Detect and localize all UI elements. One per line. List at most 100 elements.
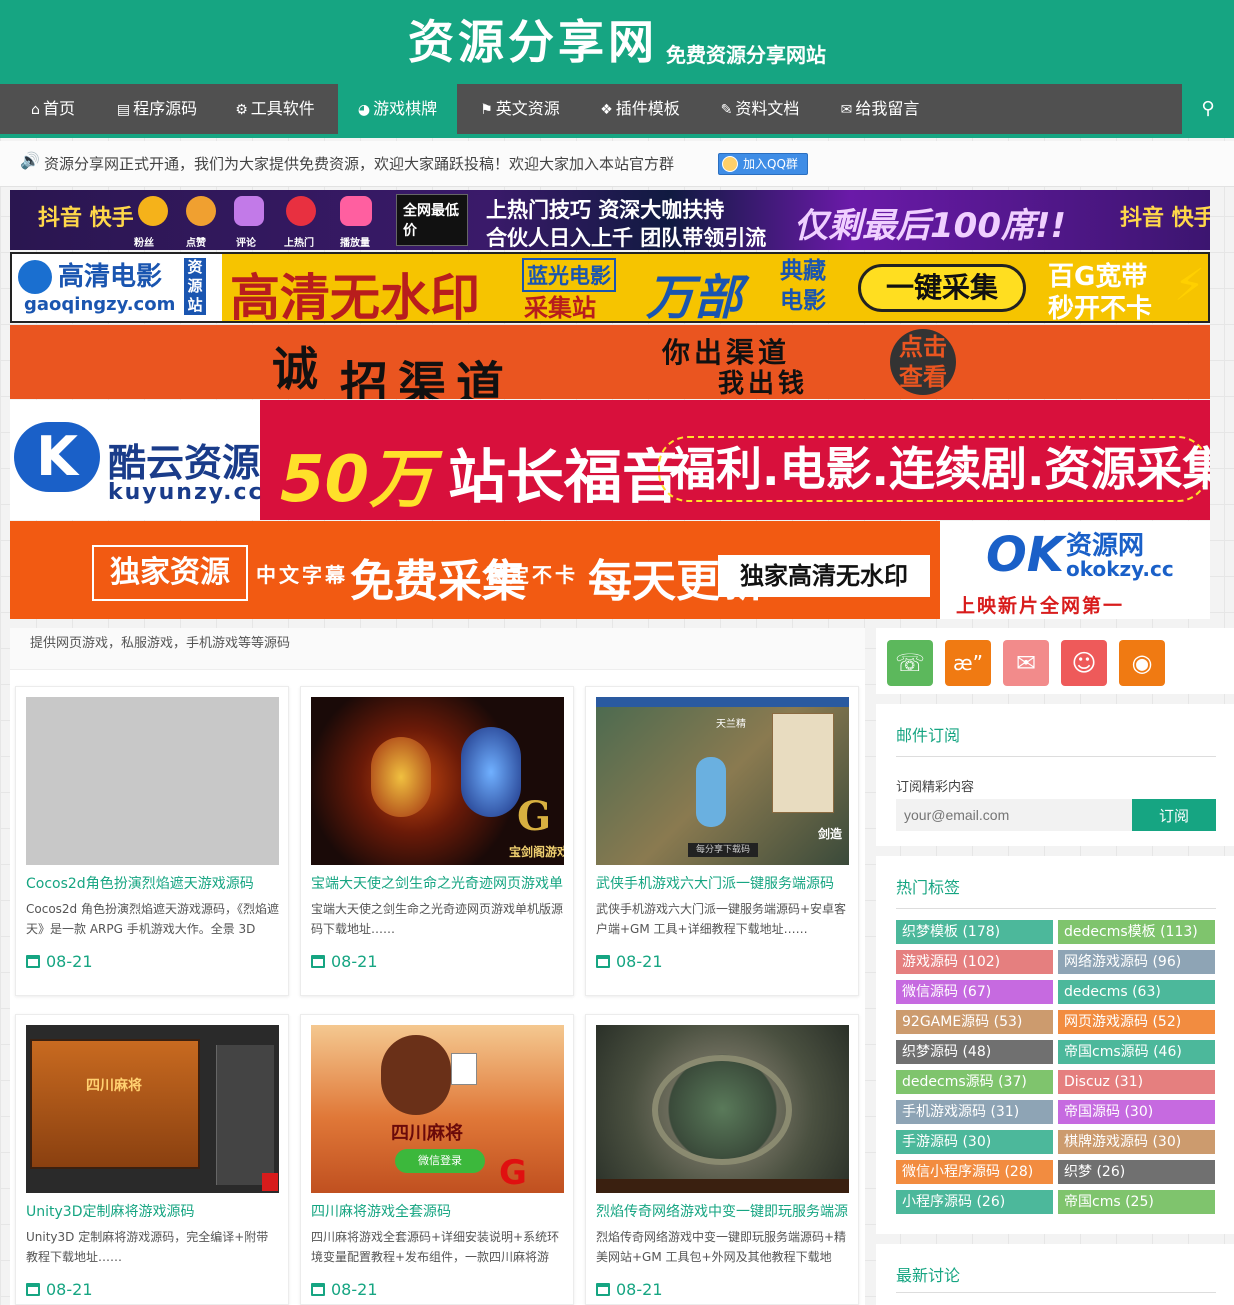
widget-title: 最新讨论	[896, 1266, 961, 1285]
post-card[interactable]: 四川麻将 微信登录 G 四川麻将游戏全套源码 四川麻将游戏全套源码+详细安装说明…	[300, 1014, 574, 1305]
main-nav: ⌂ 首页 ▤ 程序源码 ⚙ 工具软件 ◕ 游戏棋牌 ⚑ 英文资源 ❖ 插件模板 ✎ 资料文档 …	[0, 84, 1234, 138]
tag-link[interactable]: 织梦源码 (48)	[896, 1040, 1053, 1064]
nav-item-source-code[interactable]: ▤ 程序源码	[102, 84, 212, 134]
tag-link[interactable]: 织梦模板 (178)	[896, 920, 1053, 944]
email-field[interactable]	[896, 799, 1132, 831]
nav-item-docs[interactable]: ✎ 资料文档	[705, 84, 815, 134]
post-title[interactable]: 四川麻将游戏全套源码	[311, 1201, 565, 1221]
tag-link[interactable]: 织梦 (26)	[1058, 1160, 1215, 1184]
email-button[interactable]: ✉	[1003, 640, 1049, 686]
post-thumbnail[interactable]: 天兰精 每分享下载码 剑造	[596, 697, 849, 865]
tag-link[interactable]: 网络游戏源码 (96)	[1058, 950, 1215, 974]
banner-sub: 中文字幕	[256, 563, 348, 587]
banner-new: 上映新片全网第一	[956, 595, 1125, 617]
banner-brand: 酷云资源	[108, 441, 261, 485]
thumb-title: 天兰精	[716, 719, 746, 730]
calendar-icon	[26, 1283, 40, 1296]
banner-promo: 仅剩最后100席!!	[794, 206, 1066, 246]
banner-big: 50万	[280, 443, 434, 517]
post-thumbnail[interactable]: 四川麻将 微信登录 G	[311, 1025, 564, 1193]
tag-link[interactable]: 手游源码 (30)	[896, 1130, 1053, 1154]
post-thumbnail[interactable]	[26, 697, 279, 865]
thumb-mahjong-board	[30, 1039, 200, 1169]
post-title[interactable]: 烈焰传奇网络游戏中变一键即玩服务端源	[596, 1201, 850, 1221]
post-card[interactable]: 四川麻将 Unity3D定制麻将游戏源码 Unity3D 定制麻将游戏源码，完全…	[15, 1014, 289, 1305]
divider	[896, 908, 1216, 909]
tag-link[interactable]: 帝国cms源码 (46)	[1058, 1040, 1215, 1064]
post-card[interactable]: 烈焰传奇网络游戏中变一键即玩服务端源 烈焰传奇网络游戏中变一键即玩服务端源码+精…	[585, 1014, 859, 1305]
join-qq-group-button[interactable]: 加入QQ群	[718, 153, 808, 175]
banner-hd: 独家高清无水印	[718, 555, 930, 597]
tag-link[interactable]: dedecms源码 (37)	[896, 1070, 1053, 1094]
tag-link[interactable]: Discuz (31)	[1058, 1070, 1215, 1094]
banner-cta-button[interactable]: 点击 查看	[890, 329, 956, 395]
tag-link[interactable]: 手机游戏源码 (31)	[896, 1100, 1053, 1124]
tag-link[interactable]: 微信源码 (67)	[896, 980, 1053, 1004]
banner-icon-label: 点赞	[186, 238, 206, 249]
ad-banner-channel[interactable]: 诚 招渠道 你出渠道 我出钱 点击 查看	[10, 325, 1210, 399]
qq-button[interactable]: ☺	[1061, 640, 1107, 686]
tag-link[interactable]: 微信小程序源码 (28)	[896, 1160, 1053, 1184]
nav-item-games[interactable]: ◕ 游戏棋牌	[338, 84, 457, 134]
ad-banner-okokzy[interactable]: 独家资源 中文字幕 免费采集 稳定不卡 每天更新 独家高清无水印 OK 资源网 …	[10, 521, 1210, 619]
nav-label: 插件模板	[615, 99, 680, 118]
post-date: 08-21	[596, 1280, 663, 1299]
fire-icon	[286, 196, 316, 226]
banner-tiktok-badge: 全网最低价	[396, 194, 468, 246]
post-title[interactable]: Cocos2d角色扮演烈焰遮天游戏源码	[26, 873, 280, 893]
post-thumbnail[interactable]: 四川麻将	[26, 1025, 279, 1193]
ad-banner-kuyun[interactable]: K 酷云资源 kuyunzy.cc 50万 站长福音 福利.电影.连续剧.资源采…	[10, 400, 1210, 520]
join-qq-label: 加入QQ群	[743, 157, 798, 171]
lightning-icon: ⚡	[1174, 260, 1205, 311]
tag-link[interactable]: 帝国cms (25)	[1058, 1190, 1215, 1214]
banner-logo: 抖音 快手	[38, 206, 134, 231]
banner-tags: 福利.电影.连续剧.资源采集	[658, 436, 1210, 502]
nav-item-english[interactable]: ⚑ 英文资源	[465, 84, 575, 134]
post-thumbnail[interactable]: G 宝剑阁游戏精	[311, 697, 564, 865]
wechat-button[interactable]: ☏	[887, 640, 933, 686]
thumb-figure	[696, 757, 726, 827]
hot-tags-widget: 热门标签 织梦模板 (178) dedecms模板 (113) 游戏源码 (102)…	[876, 856, 1234, 1234]
post-title[interactable]: 宝端大天使之剑生命之光奇迹网页游戏单	[311, 873, 565, 893]
banner-slogan: 上热门技巧 资深大咖扶持	[486, 198, 725, 222]
ad-banner-douyin[interactable]: 抖音 快手 粉丝 点赞 评论 上热门 播放量 全网最低价 上热门技巧 资深大咖扶…	[10, 190, 1210, 250]
tag-link[interactable]: dedecms模板 (113)	[1058, 920, 1215, 944]
calendar-icon	[596, 955, 610, 968]
tag-link[interactable]: 网页游戏源码 (52)	[1058, 1010, 1215, 1034]
post-date: 08-21	[311, 1280, 378, 1299]
tag-link[interactable]: dedecms (63)	[1058, 980, 1215, 1004]
thumb-arena	[652, 1055, 792, 1165]
site-logo[interactable]: 资源分享网	[408, 12, 658, 72]
play-icon	[340, 196, 372, 226]
widget-title: 热门标签	[896, 878, 961, 897]
rss-button[interactable]: ◉	[1119, 640, 1165, 686]
nav-item-home[interactable]: ⌂ 首页	[14, 84, 92, 134]
post-thumbnail[interactable]	[596, 1025, 849, 1193]
html5-icon: ▤	[116, 102, 131, 118]
calendar-icon	[26, 955, 40, 968]
post-card[interactable]: 天兰精 每分享下载码 剑造 武侠手机游戏六大门派一键服务端源码 武侠手机游戏六大…	[585, 686, 859, 996]
nav-item-tools[interactable]: ⚙ 工具软件	[220, 84, 330, 134]
tag-link[interactable]: 帝国源码 (30)	[1058, 1100, 1215, 1124]
nav-item-message[interactable]: ✉ 给我留言	[825, 84, 935, 134]
post-title[interactable]: Unity3D定制麻将游戏源码	[26, 1201, 280, 1221]
tag-link[interactable]: 小程序源码 (26)	[896, 1190, 1053, 1214]
banner-collect-button[interactable]: 一键采集	[858, 264, 1026, 312]
post-card[interactable]: G 宝剑阁游戏精 宝端大天使之剑生命之光奇迹网页游戏单 宝端大天使之剑生命之光奇…	[300, 686, 574, 996]
post-title[interactable]: 武侠手机游戏六大门派一键服务端源码	[596, 873, 850, 893]
banner-icon-label: 上热门	[284, 238, 314, 249]
tag-link[interactable]: 棋牌游戏源码 (30)	[1058, 1130, 1215, 1154]
post-excerpt: 四川麻将游戏全套源码+详细安装说明+系统环境变量配置教程+发布组件，一款四川麻将…	[311, 1230, 560, 1264]
banner-site-tag: 资源站	[184, 258, 206, 315]
tag-link[interactable]: 92GAME源码 (53)	[896, 1010, 1053, 1034]
banner-slogan: 合伙人日入上千 团队带领引流	[486, 226, 767, 250]
volume-icon: 🔊	[20, 151, 40, 170]
weibo-button[interactable]: æ”	[945, 640, 991, 686]
nav-item-plugins[interactable]: ❖ 插件模板	[585, 84, 695, 134]
rss-icon: ◉	[1131, 649, 1153, 677]
search-button[interactable]: ⚲	[1182, 84, 1234, 134]
ad-banner-gaoqing[interactable]: 高清电影 资源站 gaoqingzy.com 高清无水印 蓝光电影 采集站 万部…	[10, 252, 1210, 323]
subscribe-button[interactable]: 订阅	[1132, 799, 1216, 831]
tag-link[interactable]: 游戏源码 (102)	[896, 950, 1053, 974]
post-card[interactable]: Cocos2d角色扮演烈焰遮天游戏源码 Cocos2d 角色扮演烈焰遮天游戏源码…	[15, 686, 289, 996]
